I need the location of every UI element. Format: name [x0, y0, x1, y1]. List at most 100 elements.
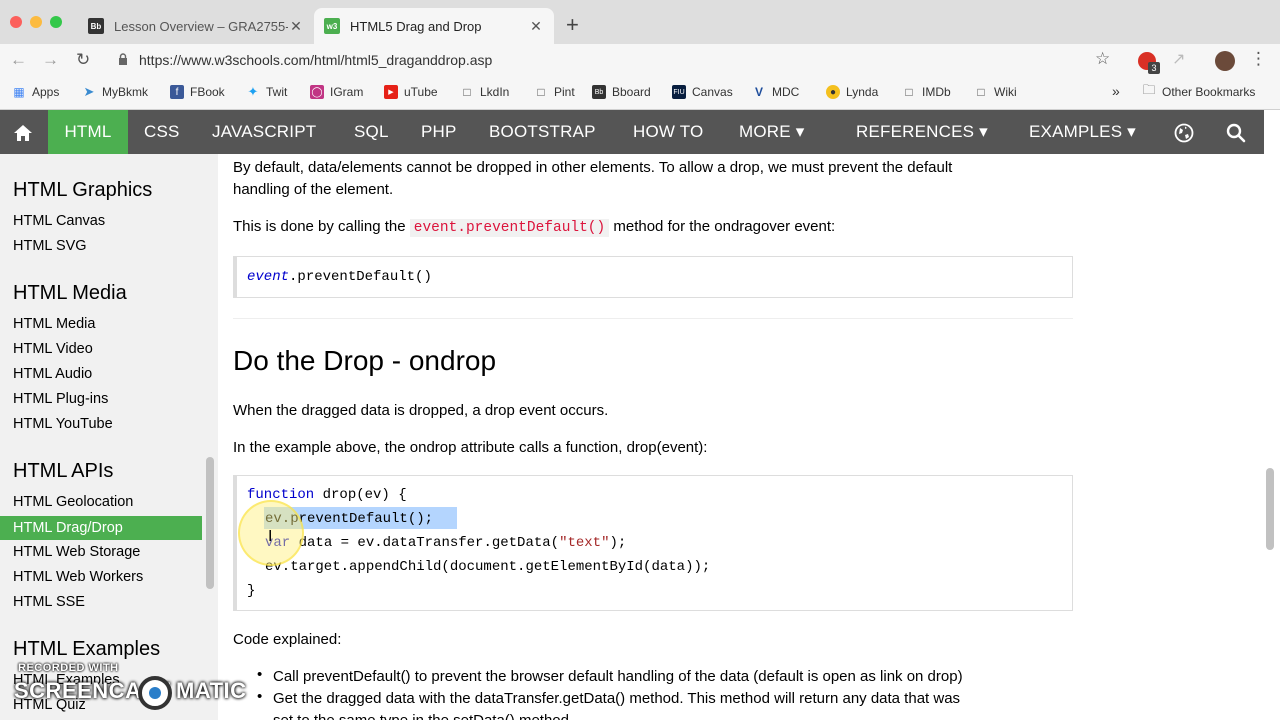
url-field[interactable]: https://www.w3schools.com/html/html5_dra… [139, 52, 492, 68]
bookmark-star-icon[interactable]: ☆ [1095, 49, 1110, 69]
text-cursor-icon: I [268, 528, 273, 545]
apps-grid-icon: ▦ [13, 85, 25, 99]
sidebar-item-html-canvas[interactable]: HTML Canvas [13, 213, 105, 229]
bookmark-mybkmk[interactable]: ➤ MyBkmk [82, 84, 148, 99]
section-heading: Do the Drop - ondrop [233, 345, 497, 376]
bookmark-label: Twit [266, 85, 288, 99]
forward-arrow-icon[interactable]: → [42, 50, 59, 70]
bookmarks-bar: ▦ Apps ➤ MyBkmk f FBook ✦ Twit ◯ IGram ▶… [0, 78, 1280, 110]
bookmark-utube[interactable]: ▶ uTube [384, 85, 438, 99]
nav-examples[interactable]: EXAMPLES ▾ [1029, 110, 1136, 154]
bookmark-lynda[interactable]: ● Lynda [826, 85, 878, 99]
nav-php[interactable]: PHP [421, 110, 457, 154]
code-text: ); [609, 535, 627, 551]
list-item: Call preventDefault() to prevent the bro… [273, 668, 963, 685]
code-text: .preventDefault() [289, 269, 432, 285]
cast-icon[interactable]: ↗ [1172, 49, 1185, 69]
youtube-icon: ▶ [384, 85, 398, 99]
sidebar-item-html-geolocation[interactable]: HTML Geolocation [13, 494, 133, 510]
bookmark-label: Bboard [612, 85, 651, 99]
bullet-icon: • [257, 666, 263, 683]
list-item-continued: set to the same type in the setData() me… [273, 710, 569, 720]
sidebar-item-html-media[interactable]: HTML Media [13, 316, 95, 332]
nav-html[interactable]: HTML [48, 110, 128, 154]
maximize-window-button[interactable] [50, 16, 62, 28]
other-bookmarks[interactable]: 🗀 Other Bookmarks [1142, 82, 1255, 99]
bookmark-apps[interactable]: ▦ Apps [12, 85, 59, 99]
w3schools-favicon-icon: w3 [324, 18, 340, 34]
page-scrollbar-thumb[interactable] [1266, 468, 1274, 550]
bookmark-fbook[interactable]: f FBook [170, 85, 225, 99]
bookmark-label: Apps [32, 85, 60, 99]
bookmark-twit[interactable]: ✦ Twit [246, 84, 288, 99]
sidebar-item-html-svg[interactable]: HTML SVG [13, 238, 87, 254]
tab-title: Lesson Overview – GRA2755-2 [114, 18, 288, 34]
screencast-logo-icon [138, 676, 172, 710]
text: method for the ondragover event: [609, 218, 836, 235]
nav-more[interactable]: MORE ▾ [739, 110, 804, 154]
nav-css[interactable]: CSS [144, 110, 180, 154]
bookmark-imdb[interactable]: □ IMDb [902, 85, 950, 99]
page-icon: □ [977, 85, 985, 99]
bookmark-wiki[interactable]: □ Wiki [974, 85, 1016, 99]
sidebar-scrollbar[interactable] [202, 154, 218, 720]
bookmark-label: Pint [554, 85, 575, 99]
bookmark-label: MyBkmk [102, 85, 148, 99]
sidebar-item-html-sse[interactable]: HTML SSE [13, 594, 85, 610]
bookmark-bboard[interactable]: Bb Bboard [592, 85, 651, 99]
nav-javascript[interactable]: JAVASCRIPT [212, 110, 316, 154]
bookmark-pint[interactable]: □ Pint [534, 85, 575, 99]
code-string: "text" [559, 535, 610, 551]
bookmark-lkdin[interactable]: □ LkdIn [460, 85, 509, 99]
paragraph: This is done by calling the event.preven… [233, 216, 835, 239]
sidebar-heading-media: HTML Media [13, 282, 127, 304]
paragraph: By default, data/elements cannot be drop… [233, 159, 953, 176]
tab-strip: Bb Lesson Overview – GRA2755-2 ✕ w3 HTML… [0, 0, 1280, 44]
sidebar-item-html-web-workers[interactable]: HTML Web Workers [13, 569, 143, 585]
home-icon[interactable] [0, 110, 45, 154]
search-icon[interactable] [1226, 110, 1246, 154]
sidebar-item-html-plug-ins[interactable]: HTML Plug-ins [13, 391, 108, 407]
back-arrow-icon[interactable]: ← [10, 50, 27, 70]
folder-icon: 🗀 [1142, 82, 1156, 97]
facebook-icon: f [170, 85, 184, 99]
tab-close-icon[interactable]: ✕ [528, 18, 544, 35]
blackboard-favicon-icon: Bb [88, 18, 104, 34]
tab-close-icon[interactable]: ✕ [288, 18, 304, 35]
sidebar-item-html-video[interactable]: HTML Video [13, 341, 93, 357]
bookmark-label: LkdIn [480, 85, 510, 99]
reload-icon[interactable]: ↻ [76, 50, 90, 70]
lynda-icon: ● [826, 85, 840, 99]
globe-icon[interactable] [1174, 110, 1194, 154]
bookmark-label: uTube [404, 85, 438, 99]
menu-dots-icon[interactable]: ⋮ [1250, 49, 1267, 69]
bookmark-canvas[interactable]: FIU Canvas [672, 85, 733, 99]
sidebar-item-html-audio[interactable]: HTML Audio [13, 366, 92, 382]
watermark-caption: RECORDED WITH [18, 662, 119, 674]
bookmark-mdc[interactable]: V MDC [752, 85, 799, 99]
page-icon: □ [537, 85, 545, 99]
bookmarks-overflow-button[interactable]: » [1112, 83, 1120, 99]
code-line: var data = ev.dataTransfer.getData("text… [265, 535, 626, 551]
minimize-window-button[interactable] [30, 16, 42, 28]
page-icon: □ [905, 85, 913, 99]
bookmark-igram[interactable]: ◯ IGram [310, 85, 363, 99]
nav-sql[interactable]: SQL [354, 110, 389, 154]
nav-references[interactable]: REFERENCES ▾ [856, 110, 988, 154]
nav-how-to[interactable]: HOW TO [633, 110, 703, 154]
tab-lesson-overview[interactable]: Bb Lesson Overview – GRA2755-2 ✕ [78, 8, 314, 44]
nav-bootstrap[interactable]: BOOTSTRAP [489, 110, 596, 154]
paragraph: In the example above, the ondrop attribu… [233, 439, 708, 456]
bullet-icon: • [257, 688, 263, 705]
avatar[interactable] [1215, 51, 1235, 71]
sidebar-heading-examples: HTML Examples [13, 638, 161, 660]
tab-html5-drag-drop[interactable]: w3 HTML5 Drag and Drop ✕ [314, 8, 554, 44]
sidebar-item-html-web-storage[interactable]: HTML Web Storage [13, 544, 140, 560]
sidebar-item-html-youtube[interactable]: HTML YouTube [13, 416, 113, 432]
page-icon: □ [463, 85, 471, 99]
new-tab-button[interactable]: + [566, 12, 579, 38]
address-bar-row: ← → ↻ https://www.w3schools.com/html/htm… [0, 44, 1280, 78]
code-keyword: event [247, 269, 290, 285]
sidebar-scrollbar-thumb[interactable] [206, 457, 214, 589]
close-window-button[interactable] [10, 16, 22, 28]
